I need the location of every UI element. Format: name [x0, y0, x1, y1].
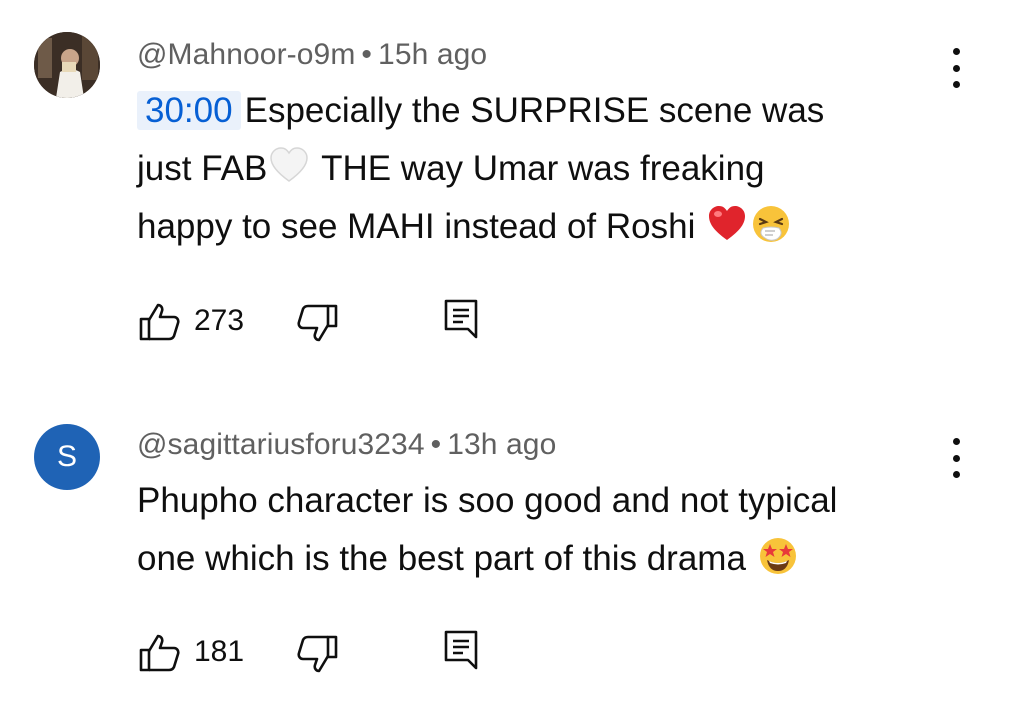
author-handle[interactable]: @sagittariusforu3234: [137, 428, 425, 461]
avatar[interactable]: S: [34, 424, 100, 490]
timestamp-link[interactable]: 30:00: [137, 91, 241, 130]
comment-line-3: happy to see MAHI instead of Roshi: [137, 198, 824, 256]
reply-comment-icon: [444, 299, 478, 339]
reply-button[interactable]: [443, 298, 479, 340]
author-handle[interactable]: @Mahnoor-o9m: [137, 38, 355, 71]
comment-line-3-text: happy to see MAHI instead of Roshi: [137, 207, 696, 246]
meta-separator: •: [361, 38, 373, 71]
more-dot-icon: [952, 64, 960, 72]
avatar[interactable]: [34, 32, 100, 98]
like-button[interactable]: [138, 302, 180, 342]
comment-line-2: one which is the best part of this drama: [137, 530, 837, 588]
thumbs-down-icon: [297, 304, 338, 342]
like-button[interactable]: [138, 633, 180, 673]
more-options-button[interactable]: [946, 438, 966, 478]
comment-line-2: just FAB THE way Umar was freaking: [137, 140, 824, 198]
sneezing-face-icon: [753, 206, 790, 242]
comment-line-2-text: one which is the best part of this drama: [137, 539, 746, 578]
like-count: 181: [194, 635, 245, 668]
comment-line-2a-text: just FAB: [137, 149, 268, 188]
comment-text: 30:00 Especially the SURPRISE scene was j…: [137, 82, 824, 256]
comment-time: 15h ago: [378, 38, 488, 71]
comment-text: Phupho character is soo good and not typ…: [137, 472, 837, 588]
thumbs-up-icon: [139, 303, 180, 341]
comment-line-1: Phupho character is soo good and not typ…: [137, 481, 838, 520]
comment-1: @Mahnoor-o9m • 15h ago 30:00 Especially the…: [0, 0, 1024, 380]
comment-meta: @sagittariusforu3234 • 13h ago: [137, 428, 556, 462]
comment-2: S @sagittariusforu3234 • 13h ago Phupho ch…: [0, 400, 1024, 707]
star-struck-icon: [759, 538, 796, 574]
more-dot-icon: [952, 454, 960, 462]
more-dot-icon: [952, 471, 960, 478]
red-heart-icon: [709, 206, 746, 240]
thumbs-down-icon: [297, 635, 338, 673]
more-options-button[interactable]: [946, 48, 966, 88]
more-dot-icon: [952, 438, 960, 445]
like-count: 273: [194, 304, 245, 337]
more-dot-icon: [952, 48, 960, 55]
comment-time: 13h ago: [447, 428, 557, 461]
reply-comment-icon: [444, 630, 478, 670]
white-heart-icon: [270, 147, 309, 182]
meta-separator: •: [430, 428, 442, 461]
comment-line-2b-text: THE way Umar was freaking: [321, 149, 765, 188]
dislike-button[interactable]: [297, 303, 339, 343]
reply-button[interactable]: [443, 629, 479, 671]
comment-line-1: 30:00 Especially the SURPRISE scene was: [137, 82, 824, 140]
comment-meta: @Mahnoor-o9m • 15h ago: [137, 38, 487, 72]
comment-line-1-text: Especially the SURPRISE scene was: [244, 91, 825, 130]
more-dot-icon: [952, 81, 960, 88]
dislike-button[interactable]: [297, 634, 339, 674]
thumbs-up-icon: [139, 634, 180, 672]
